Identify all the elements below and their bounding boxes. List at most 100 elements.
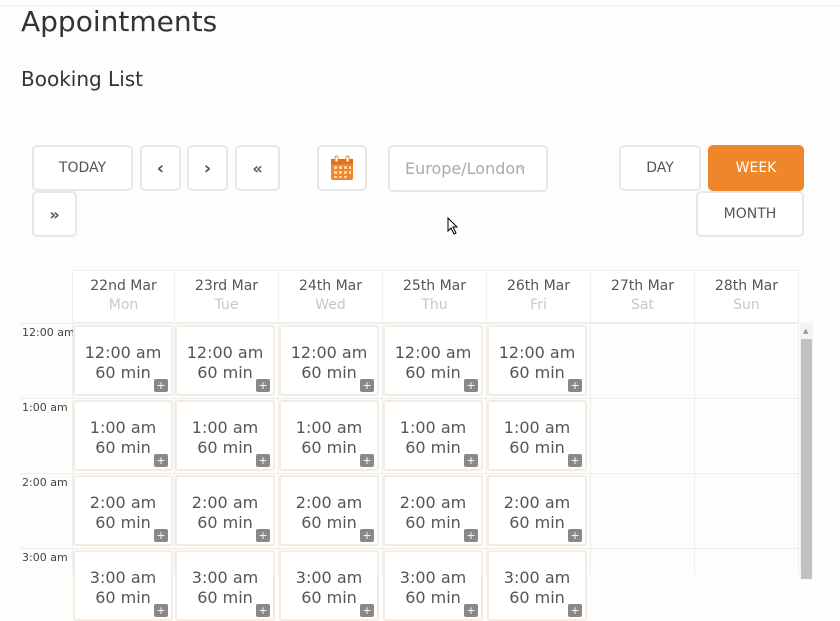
scroll-up-arrow-icon[interactable]: ▲ (803, 327, 808, 335)
booking-slot[interactable]: 12:00 am 60 min + (175, 325, 275, 396)
calendar-button[interactable] (317, 145, 367, 191)
next-far-button[interactable]: » (32, 191, 77, 237)
next-button[interactable]: › (187, 145, 228, 191)
prev-far-button[interactable]: « (235, 145, 280, 191)
timezone-value: Europe/London (405, 159, 526, 178)
slot-time: 1:00 am (399, 418, 467, 437)
add-booking-button[interactable]: + (154, 529, 168, 542)
day-date: 24th Mar (298, 278, 363, 294)
time-label: 2:00 am (22, 476, 68, 489)
slot-time: 3:00 am (399, 568, 467, 587)
booking-slot[interactable]: 12:00 am 60 min + (73, 325, 173, 396)
booking-slot[interactable]: 1:00 am 60 min + (175, 400, 275, 471)
add-booking-button[interactable]: + (256, 529, 270, 542)
slot-time: 2:00 am (295, 493, 363, 512)
slot-time: 12:00 am (84, 343, 162, 362)
slot-time: 12:00 am (498, 343, 576, 362)
booking-slot[interactable]: 3:00 am 60 min + (487, 550, 587, 621)
column-divider (798, 323, 799, 574)
chevron-down-icon: ⌄ (516, 158, 528, 174)
time-label: 12:00 am (22, 326, 75, 339)
booking-slot[interactable]: 12:00 am 60 min + (279, 325, 379, 396)
day-header[interactable]: 27th Mar Sat (590, 270, 694, 323)
scrollbar-thumb[interactable] (801, 339, 812, 579)
day-date: 25th Mar (402, 278, 467, 294)
day-header[interactable]: 24th Mar Wed (278, 270, 382, 323)
slot-time: 1:00 am (295, 418, 363, 437)
page-title: Appointments (21, 5, 218, 38)
day-header[interactable]: 28th Mar Sun (694, 270, 799, 323)
slot-time: 2:00 am (191, 493, 259, 512)
day-header[interactable]: 23rd Mar Tue (174, 270, 278, 323)
scrollbar[interactable]: ▲ (800, 323, 813, 579)
time-label: 1:00 am (22, 401, 68, 414)
column-divider (590, 323, 591, 574)
booking-slot[interactable]: 12:00 am 60 min + (487, 325, 587, 396)
add-booking-button[interactable]: + (568, 454, 582, 467)
slot-time: 1:00 am (191, 418, 259, 437)
day-view-button[interactable]: DAY (619, 145, 701, 191)
slot-time: 3:00 am (191, 568, 259, 587)
timezone-select[interactable]: Europe/London ⌄ (388, 145, 548, 192)
add-booking-button[interactable]: + (360, 379, 374, 392)
booking-slot[interactable]: 3:00 am 60 min + (383, 550, 483, 621)
column-divider (694, 323, 695, 574)
add-booking-button[interactable]: + (256, 379, 270, 392)
day-date: 23rd Mar (194, 278, 259, 294)
add-booking-button[interactable]: + (256, 604, 270, 617)
prev-button[interactable]: ‹ (140, 145, 181, 191)
add-booking-button[interactable]: + (360, 454, 374, 467)
day-header[interactable]: 22nd Mar Mon (72, 270, 174, 323)
week-view-button[interactable]: WEEK (708, 145, 804, 191)
slot-time: 12:00 am (290, 343, 368, 362)
booking-slot[interactable]: 2:00 am 60 min + (487, 475, 587, 546)
add-booking-button[interactable]: + (464, 529, 478, 542)
add-booking-button[interactable]: + (464, 604, 478, 617)
booking-slot[interactable]: 2:00 am 60 min + (175, 475, 275, 546)
row-divider (20, 473, 798, 474)
booking-slot[interactable]: 2:00 am 60 min + (279, 475, 379, 546)
booking-slot[interactable]: 3:00 am 60 min + (279, 550, 379, 621)
add-booking-button[interactable]: + (360, 604, 374, 617)
day-weekday: Tue (214, 297, 239, 313)
row-divider (20, 548, 798, 549)
booking-slot[interactable]: 3:00 am 60 min + (175, 550, 275, 621)
booking-slot[interactable]: 2:00 am 60 min + (383, 475, 483, 546)
month-view-button[interactable]: MONTH (696, 191, 804, 237)
day-header[interactable]: 25th Mar Thu (382, 270, 486, 323)
slot-time: 3:00 am (503, 568, 571, 587)
add-booking-button[interactable]: + (154, 604, 168, 617)
add-booking-button[interactable]: + (568, 604, 582, 617)
booking-slot[interactable]: 1:00 am 60 min + (73, 400, 173, 471)
slot-time: 2:00 am (399, 493, 467, 512)
add-booking-button[interactable]: + (464, 454, 478, 467)
add-booking-button[interactable]: + (568, 529, 582, 542)
add-booking-button[interactable]: + (154, 454, 168, 467)
row-divider (20, 323, 798, 324)
today-button[interactable]: TODAY (32, 145, 133, 191)
booking-slot[interactable]: 2:00 am 60 min + (73, 475, 173, 546)
booking-slot[interactable]: 1:00 am 60 min + (487, 400, 587, 471)
slot-time: 1:00 am (89, 418, 157, 437)
booking-slot[interactable]: 1:00 am 60 min + (383, 400, 483, 471)
slot-time: 3:00 am (295, 568, 363, 587)
add-booking-button[interactable]: + (568, 379, 582, 392)
add-booking-button[interactable]: + (154, 379, 168, 392)
mouse-cursor-icon (447, 217, 459, 235)
calendar-icon (331, 155, 353, 180)
row-divider (20, 398, 798, 399)
booking-slot[interactable]: 12:00 am 60 min + (383, 325, 483, 396)
add-booking-button[interactable]: + (256, 454, 270, 467)
day-weekday: Sun (733, 297, 760, 313)
day-date: 27th Mar (610, 278, 675, 294)
page-subtitle: Booking List (21, 67, 144, 91)
booking-slot[interactable]: 1:00 am 60 min + (279, 400, 379, 471)
day-weekday: Thu (421, 297, 448, 313)
day-header[interactable]: 26th Mar Fri (486, 270, 590, 323)
add-booking-button[interactable]: + (360, 529, 374, 542)
booking-slot[interactable]: 3:00 am 60 min + (73, 550, 173, 621)
add-booking-button[interactable]: + (464, 379, 478, 392)
day-weekday: Sat (631, 297, 654, 313)
day-weekday: Mon (108, 297, 139, 313)
slot-time: 1:00 am (503, 418, 571, 437)
